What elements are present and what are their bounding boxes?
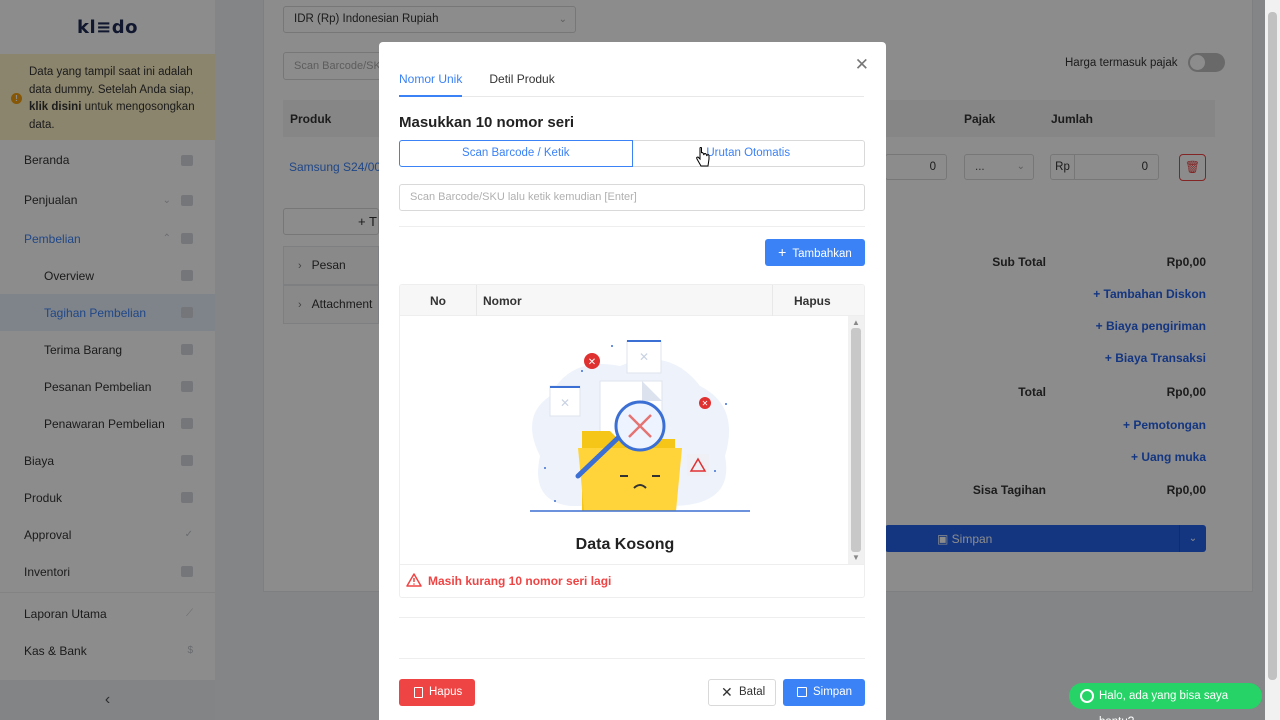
save-button[interactable]: Simpan [783,679,865,706]
save-icon [797,687,807,697]
modal-tabs: Nomor Unik Detil Produk [399,70,864,97]
empty-folder-illustration: ✕ ✕ ✕ ✕ [530,340,750,512]
col-no: No [430,294,446,308]
whatsapp-icon [1080,689,1094,703]
empty-state-title: Data Kosong [575,536,675,553]
divider [399,226,865,227]
divider [399,617,865,618]
column-divider [476,285,477,316]
divider [399,658,865,659]
column-divider [772,285,773,316]
warning-text: Masih kurang 10 nomor seri lagi [428,574,612,588]
col-hapus: Hapus [794,294,831,308]
scroll-up-icon[interactable]: ▲ [852,318,860,327]
alert-triangle-icon [406,573,422,587]
scan-barcode-option[interactable]: Scan Barcode / Ketik [399,140,633,167]
svg-text:✕: ✕ [588,357,596,368]
plus-icon: + [778,244,787,260]
page-scrollbar[interactable] [1265,0,1280,720]
col-nomor: Nomor [483,294,522,308]
add-serial-button[interactable]: + Tambahkan [765,239,865,266]
close-icon: ✕ [721,684,733,700]
auto-sequence-option[interactable]: Urutan Otomatis [632,140,865,167]
whatsapp-chat-button[interactable]: Halo, ada yang bisa saya bantu? [1069,683,1262,720]
cancel-button[interactable]: ✕ Batal [708,679,776,706]
svg-text:✕: ✕ [560,396,570,410]
scroll-down-icon[interactable]: ▼ [852,553,860,562]
cancel-label: Batal [739,686,766,698]
svg-text:✕: ✕ [639,350,649,364]
save-label: Simpan [813,686,852,698]
serial-table-body: ✕ ✕ ✕ ✕ Data Kosong ▲ ▼ [400,316,864,564]
table-scrollbar[interactable]: ▲ ▼ [848,316,864,564]
tab-nomor-unik[interactable]: Nomor Unik [399,70,463,97]
delete-button[interactable]: Hapus [399,679,475,706]
modal-title: Masukkan 10 nomor seri [399,114,575,131]
serial-scan-input[interactable]: Scan Barcode/SKU lalu ketik kemudian [En… [399,184,865,211]
serial-table: No Nomor Hapus ✕ ✕ ✕ ✕ Data Kosong ▲ ▼ M… [399,284,865,598]
tab-detil-produk[interactable]: Detil Produk [489,70,554,97]
add-serial-label: Tambahkan [792,248,852,260]
hand-cursor-icon [696,147,710,167]
scrollbar-thumb[interactable] [851,328,861,552]
scrollbar-thumb[interactable] [1268,12,1277,680]
missing-serials-warning: Masih kurang 10 nomor seri lagi [400,564,864,597]
delete-label: Hapus [429,686,463,698]
svg-text:✕: ✕ [702,399,709,408]
serial-table-header: No Nomor Hapus [400,285,864,316]
input-mode-switch: Scan Barcode / Ketik Urutan Otomatis [399,140,865,167]
trash-icon [414,687,423,698]
serial-number-modal: ✕ Nomor Unik Detil Produk Masukkan 10 no… [379,42,886,720]
